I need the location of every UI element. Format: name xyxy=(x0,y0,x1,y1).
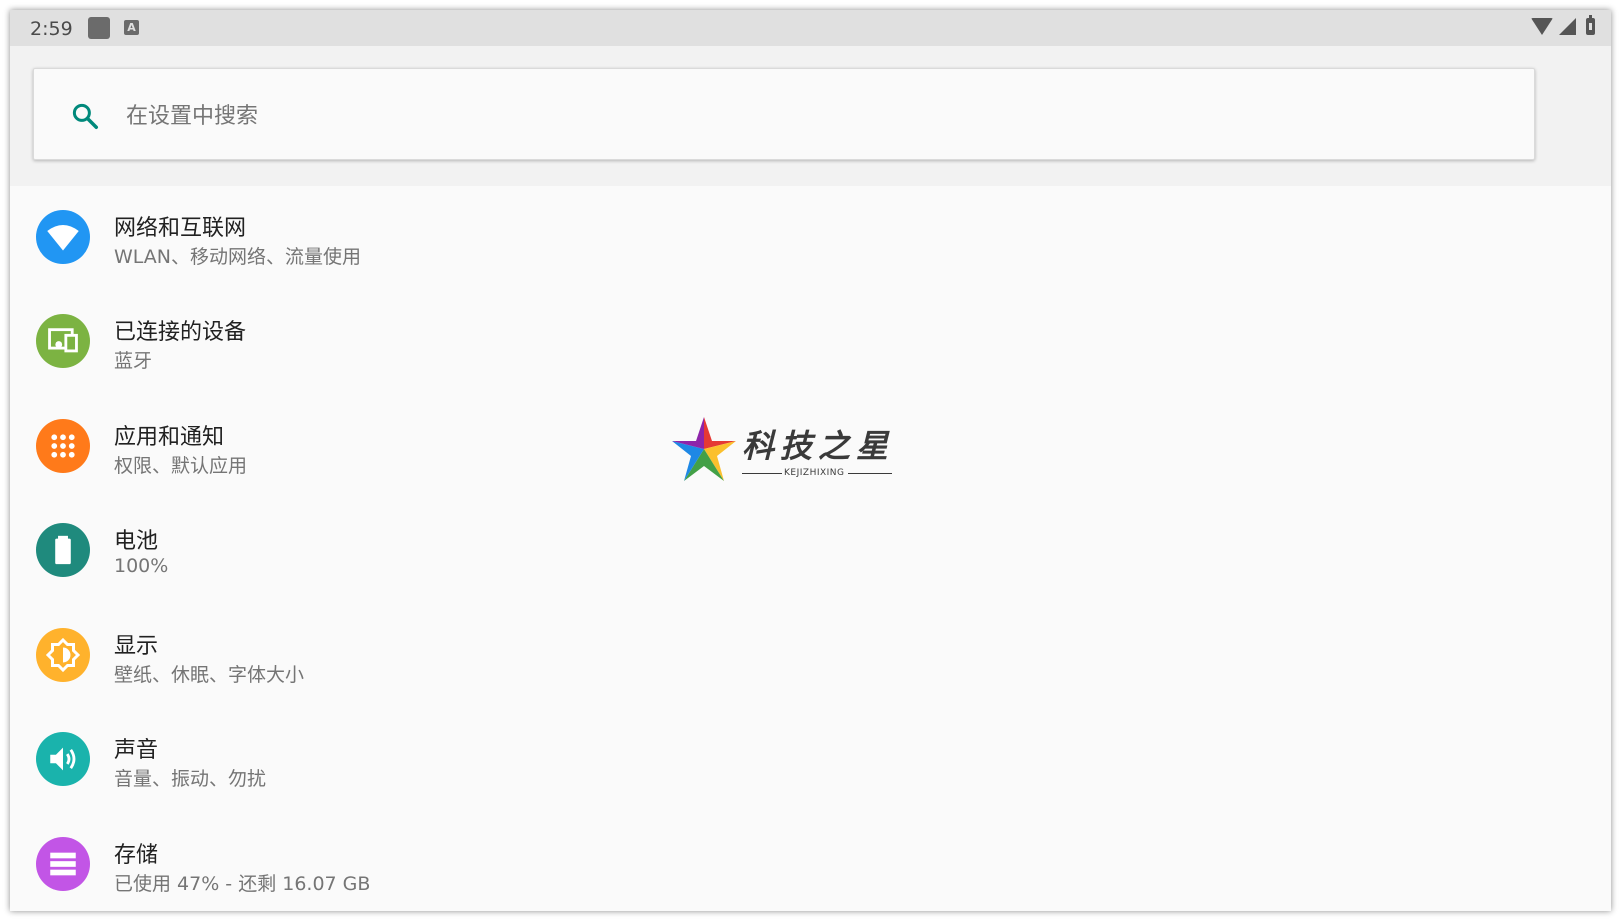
watermark-line-left xyxy=(742,473,782,474)
battery-icon xyxy=(36,523,90,577)
brightness-icon xyxy=(36,628,90,682)
status-icons xyxy=(1531,15,1595,35)
watermark-line-right xyxy=(848,473,892,474)
status-time: 2:59 xyxy=(30,18,73,40)
battery-status-icon xyxy=(1586,15,1595,35)
setting-item-battery[interactable]: 电池 100% xyxy=(10,499,1611,603)
watermark-subtitle: KEJIZHIXING xyxy=(784,468,845,478)
setting-title: 显示 xyxy=(114,634,159,659)
setting-subtitle: 100% xyxy=(114,555,169,577)
wifi-status-icon xyxy=(1531,18,1553,35)
setting-item-connected-devices[interactable]: 已连接的设备 蓝牙 xyxy=(10,290,1611,394)
storage-icon xyxy=(36,837,90,891)
search-area xyxy=(10,46,1611,186)
setting-title: 已连接的设备 xyxy=(114,320,247,345)
notification-square-icon xyxy=(88,17,110,39)
setting-subtitle: 音量、振动、勿扰 xyxy=(114,768,267,790)
setting-subtitle: 壁纸、休眠、字体大小 xyxy=(114,664,305,686)
volume-icon xyxy=(36,732,90,786)
setting-subtitle: 权限、默认应用 xyxy=(114,455,248,477)
setting-item-display[interactable]: 显示 壁纸、休眠、字体大小 xyxy=(10,604,1611,708)
apps-icon xyxy=(36,419,90,473)
settings-screen: 2:59 A 网络和互联网 WLAN、移动网络、流量使用 xyxy=(10,10,1611,911)
watermark-title: 科技之星 xyxy=(742,427,895,465)
setting-item-sound[interactable]: 声音 音量、振动、勿扰 xyxy=(10,708,1611,812)
setting-item-network[interactable]: 网络和互联网 WLAN、移动网络、流量使用 xyxy=(10,186,1611,290)
notification-a-icon: A xyxy=(124,20,139,35)
setting-title: 电池 xyxy=(114,529,159,554)
setting-title: 应用和通知 xyxy=(114,425,225,450)
watermark-logo: 科技之星 KEJIZHIXING xyxy=(670,415,910,485)
star-logo-icon xyxy=(672,417,736,481)
wifi-icon xyxy=(36,210,90,264)
search-icon xyxy=(72,103,98,129)
search-bar[interactable] xyxy=(33,68,1535,160)
cell-signal-icon xyxy=(1559,18,1576,35)
devices-icon xyxy=(36,314,90,368)
setting-item-storage[interactable]: 存储 已使用 47% - 还剩 16.07 GB xyxy=(10,813,1611,911)
setting-subtitle: WLAN、移动网络、流量使用 xyxy=(114,246,362,268)
setting-title: 网络和互联网 xyxy=(114,216,247,241)
setting-title: 声音 xyxy=(114,738,159,763)
setting-subtitle: 蓝牙 xyxy=(114,350,153,372)
status-bar: 2:59 A xyxy=(10,10,1611,46)
setting-title: 存储 xyxy=(114,843,159,868)
setting-subtitle: 已使用 47% - 还剩 16.07 GB xyxy=(114,873,371,895)
search-input[interactable] xyxy=(124,95,1508,137)
